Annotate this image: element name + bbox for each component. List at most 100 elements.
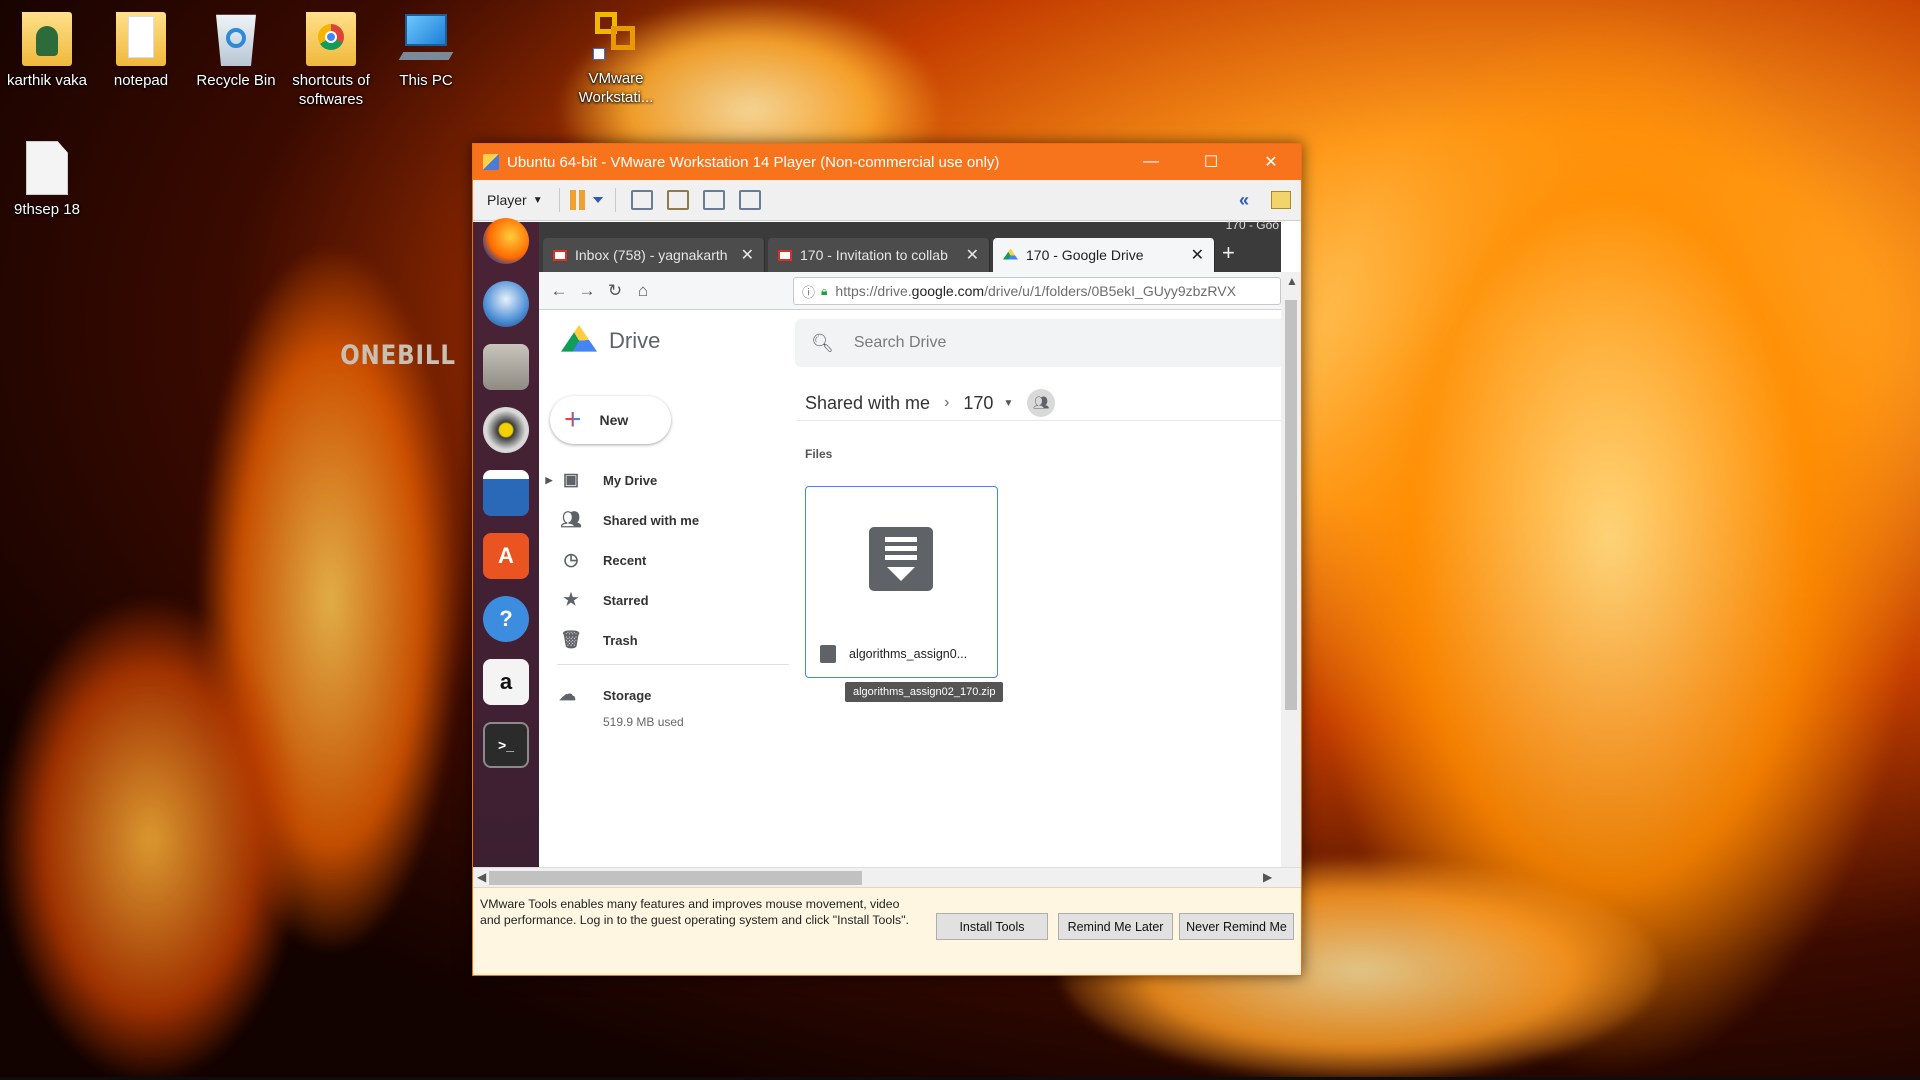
archive-icon	[820, 645, 836, 663]
nav-recent[interactable]: ◷ Recent	[539, 540, 769, 580]
chevron-down-icon[interactable]: ▼	[1003, 398, 1013, 409]
scrollbar-thumb[interactable]	[489, 871, 862, 885]
breadcrumb: Shared with me › 170 ▼ 👥︎	[805, 389, 1056, 417]
file-name: algorithms_assign0...	[849, 647, 968, 661]
nav-divider	[557, 664, 789, 665]
guest-screen[interactable]: A ? a >_ 170 - Goo Inbox (758) - yagnaka…	[473, 218, 1301, 907]
people-icon: 👥︎	[560, 510, 582, 529]
search-placeholder: Search Drive	[853, 334, 947, 351]
maximize-button[interactable]: ☐	[1181, 144, 1241, 180]
new-tab-button[interactable]: +	[1222, 240, 1235, 266]
nav-my-drive[interactable]: ▶ ▣ My Drive	[539, 460, 769, 500]
desktop-icon-label: VMware Workstati...	[578, 70, 654, 106]
help-icon[interactable]: ?	[483, 596, 529, 642]
drive-nav: ▶ ▣ My Drive 👥︎ Shared with me ◷ Recent	[539, 460, 769, 660]
desktop-icon-recycle-bin[interactable]: Recycle Bin	[190, 12, 282, 90]
search-icon[interactable]: 🔍︎	[811, 333, 834, 354]
tab-google-drive[interactable]: 170 - Google Drive ✕	[993, 238, 1215, 272]
close-icon[interactable]: ✕	[741, 245, 754, 265]
close-icon[interactable]: ✕	[966, 245, 979, 265]
desktop-icon-vmware[interactable]: VMware Workstati...	[570, 10, 662, 107]
new-button-label: New	[599, 412, 629, 428]
player-menu-label: Player	[487, 192, 527, 208]
expand-arrow-icon[interactable]: ▶	[539, 475, 559, 486]
pause-icon[interactable]	[569, 190, 585, 210]
new-button[interactable]: + New	[550, 396, 671, 444]
desktop-icon-notepad[interactable]: notepad	[95, 12, 187, 90]
desktop-icon-this-pc[interactable]: This PC	[380, 12, 472, 90]
info-icon[interactable]: ⓘ	[802, 282, 815, 301]
firefox-icon[interactable]	[483, 218, 529, 264]
install-tools-button[interactable]: Install Tools	[936, 913, 1048, 940]
minimize-button[interactable]: —	[1121, 144, 1181, 180]
rhythmbox-icon[interactable]	[483, 407, 529, 453]
cloud-icon: ☁︎	[559, 685, 576, 704]
clock-icon: ◷	[563, 550, 579, 569]
shared-people-icon[interactable]: 👥︎	[1027, 389, 1056, 417]
nav-label: Trash	[603, 632, 638, 648]
nav-trash[interactable]: 🗑︎ Trash	[539, 620, 769, 660]
desktop-icon-karthik-vaka[interactable]: karthik vaka	[1, 12, 93, 90]
horizontal-scrollbar[interactable]: ◀ ▶	[473, 867, 1301, 887]
vertical-scrollbar[interactable]: ▲ ▼	[1281, 272, 1301, 907]
address-bar[interactable]: ⓘ 🔒︎ https://drive. google.com/drive/u/1/…	[793, 277, 1281, 305]
desktop-icon-label: 9thsep 18	[14, 201, 80, 218]
fullscreen-icon[interactable]	[702, 190, 725, 210]
tab-inbox[interactable]: Inbox (758) - yagnakarth ✕	[543, 238, 765, 272]
desktop-icon-9thsep-18[interactable]: 9thsep 18	[1, 141, 93, 219]
software-center-icon[interactable]: A	[483, 533, 529, 579]
chevron-down-icon: ▼	[532, 194, 543, 206]
wallpaper-watermark: ONEBILL	[340, 340, 456, 371]
vmware-titlebar[interactable]: Ubuntu 64-bit - VMware Workstation 14 Pl…	[473, 144, 1301, 180]
scroll-up-icon[interactable]: ▲	[1286, 274, 1298, 288]
breadcrumb-root[interactable]: Shared with me	[805, 393, 930, 414]
breadcrumb-folder[interactable]: 170	[963, 393, 993, 414]
vm-settings-icon[interactable]	[1271, 191, 1291, 209]
send-ctrl-alt-del-icon[interactable]	[630, 190, 653, 210]
header-divider	[797, 420, 1281, 421]
terminal-icon[interactable]: >_	[483, 722, 529, 768]
gmail-icon	[553, 249, 567, 261]
vmware-window: Ubuntu 64-bit - VMware Workstation 14 Pl…	[472, 143, 1302, 976]
amazon-icon[interactable]: a	[483, 659, 529, 705]
close-icon[interactable]: ✕	[1191, 245, 1204, 265]
pause-dropdown-icon[interactable]	[592, 197, 603, 203]
desktop-icon-label: Recycle Bin	[196, 72, 276, 89]
toolbar-divider	[614, 188, 616, 212]
never-remind-me-button[interactable]: Never Remind Me	[1179, 913, 1294, 940]
drive-logo-link[interactable]: Drive	[561, 325, 660, 356]
lock-icon: 🔒︎	[821, 283, 828, 298]
desktop-icon-shortcuts[interactable]: shortcuts of softwares	[285, 12, 377, 109]
search-drive-input[interactable]: 🔍︎ Search Drive	[795, 319, 1281, 367]
collapse-library-icon[interactable]: «	[1239, 190, 1249, 211]
player-menu-button[interactable]: Player ▼	[479, 188, 551, 212]
star-icon: ★	[563, 590, 579, 609]
tab-invitation[interactable]: 170 - Invitation to collab ✕	[768, 238, 990, 272]
nav-starred[interactable]: ★ Starred	[539, 580, 769, 620]
libreoffice-writer-icon[interactable]	[483, 470, 529, 516]
close-button[interactable]: ✕	[1241, 144, 1301, 180]
my-drive-icon: ▣	[562, 470, 580, 489]
reload-icon[interactable]: ↻	[601, 281, 629, 301]
url-host: google.com	[911, 283, 985, 299]
url-prefix: https://drive.	[835, 283, 912, 299]
storage-used: 519.9 MB used	[603, 715, 684, 729]
desktop-icon-label: notepad	[113, 72, 169, 89]
unity-icon[interactable]	[738, 190, 761, 210]
computer-icon	[398, 12, 454, 66]
back-icon[interactable]: ←	[545, 281, 573, 301]
removable-devices-icon[interactable]	[666, 190, 689, 210]
nav-label: Shared with me	[603, 512, 700, 528]
storage-section[interactable]: ☁︎ Storage 519.9 MB used	[559, 685, 684, 729]
nav-shared-with-me[interactable]: 👥︎ Shared with me	[539, 500, 769, 540]
scroll-right-icon[interactable]: ▶	[1263, 870, 1272, 884]
scrollbar-thumb[interactable]	[1285, 300, 1297, 710]
forward-icon[interactable]: →	[573, 281, 601, 301]
files-icon[interactable]	[483, 344, 529, 390]
thunderbird-icon[interactable]	[483, 281, 529, 327]
home-icon[interactable]: ⌂	[629, 281, 657, 301]
remind-me-later-button[interactable]: Remind Me Later	[1058, 913, 1173, 940]
scroll-left-icon[interactable]: ◀	[477, 870, 486, 884]
file-card[interactable]: algorithms_assign0...	[805, 486, 998, 678]
tab-label: 170 - Invitation to collab	[800, 247, 948, 263]
